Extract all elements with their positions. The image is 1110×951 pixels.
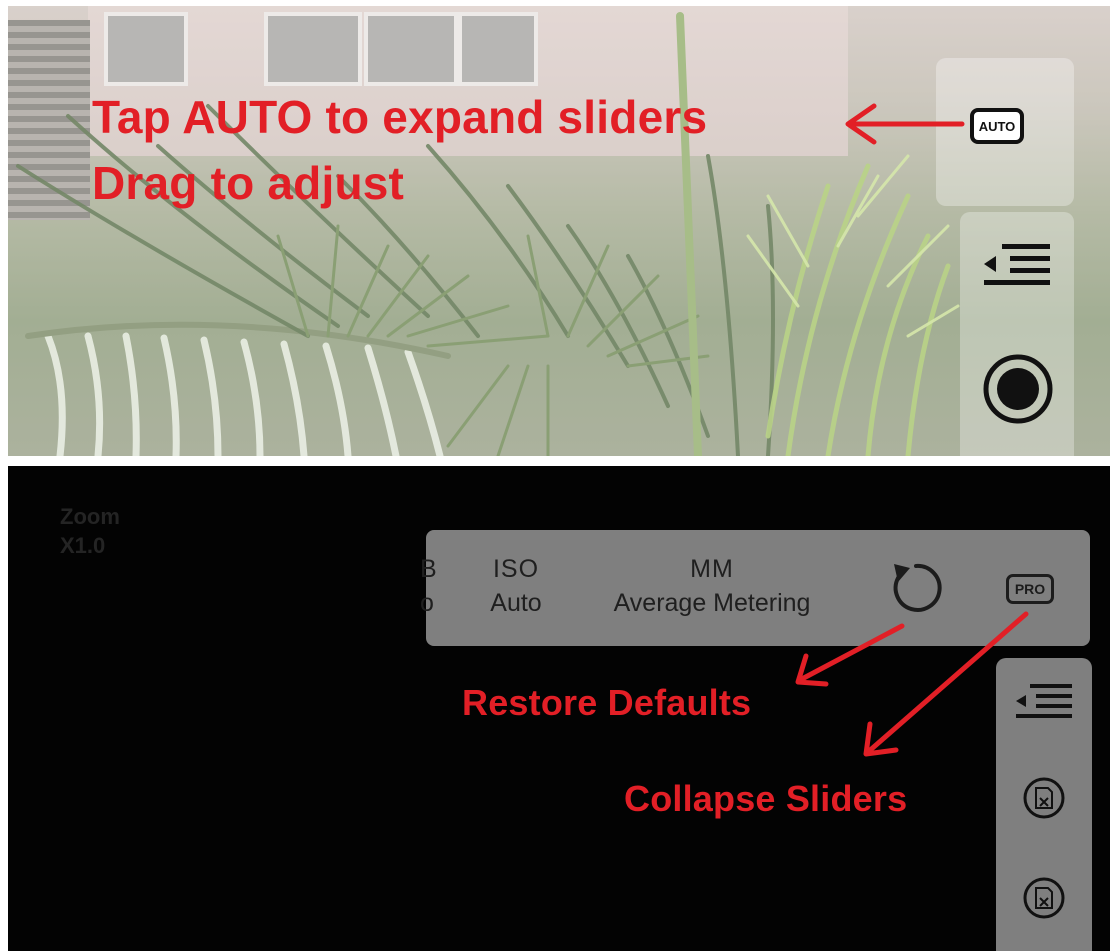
- camera-preview-top: [8, 6, 1110, 456]
- instruction-drag: Drag to adjust: [92, 157, 405, 209]
- param-key: MM: [690, 555, 734, 583]
- sd-card-error-icon[interactable]: [1022, 776, 1072, 826]
- pro-button[interactable]: PRO: [1006, 574, 1054, 604]
- param-key: B: [420, 555, 438, 583]
- restore-icon[interactable]: [886, 558, 946, 618]
- record-icon[interactable]: [980, 351, 1056, 427]
- param-value: Auto: [490, 589, 542, 617]
- restore-defaults-annotation: Restore Defaults: [462, 682, 752, 723]
- param-value: Average Metering: [613, 589, 811, 617]
- zoom-value: X1.0: [60, 533, 106, 558]
- auto-button[interactable]: AUTO: [970, 108, 1024, 144]
- menu-collapse-icon[interactable]: [1012, 680, 1076, 730]
- collapse-sliders-annotation: Collapse Sliders: [624, 778, 908, 819]
- param-iso[interactable]: ISO Auto: [476, 552, 556, 620]
- zoom-label: Zoom: [60, 504, 120, 529]
- param-value: o: [420, 589, 434, 617]
- sd-card-error-icon[interactable]: [1022, 876, 1072, 926]
- param-key: ISO: [492, 555, 540, 583]
- instruction-tap-auto: Tap AUTO to expand sliders: [92, 91, 708, 143]
- zoom-indicator: Zoom X1.0: [60, 502, 120, 560]
- menu-collapse-icon[interactable]: [980, 238, 1060, 298]
- param-partial[interactable]: B o: [420, 552, 450, 620]
- pro-slider-bar: B o ISO Auto MM Average Metering: [420, 530, 1090, 646]
- param-metering[interactable]: MM Average Metering: [584, 552, 840, 620]
